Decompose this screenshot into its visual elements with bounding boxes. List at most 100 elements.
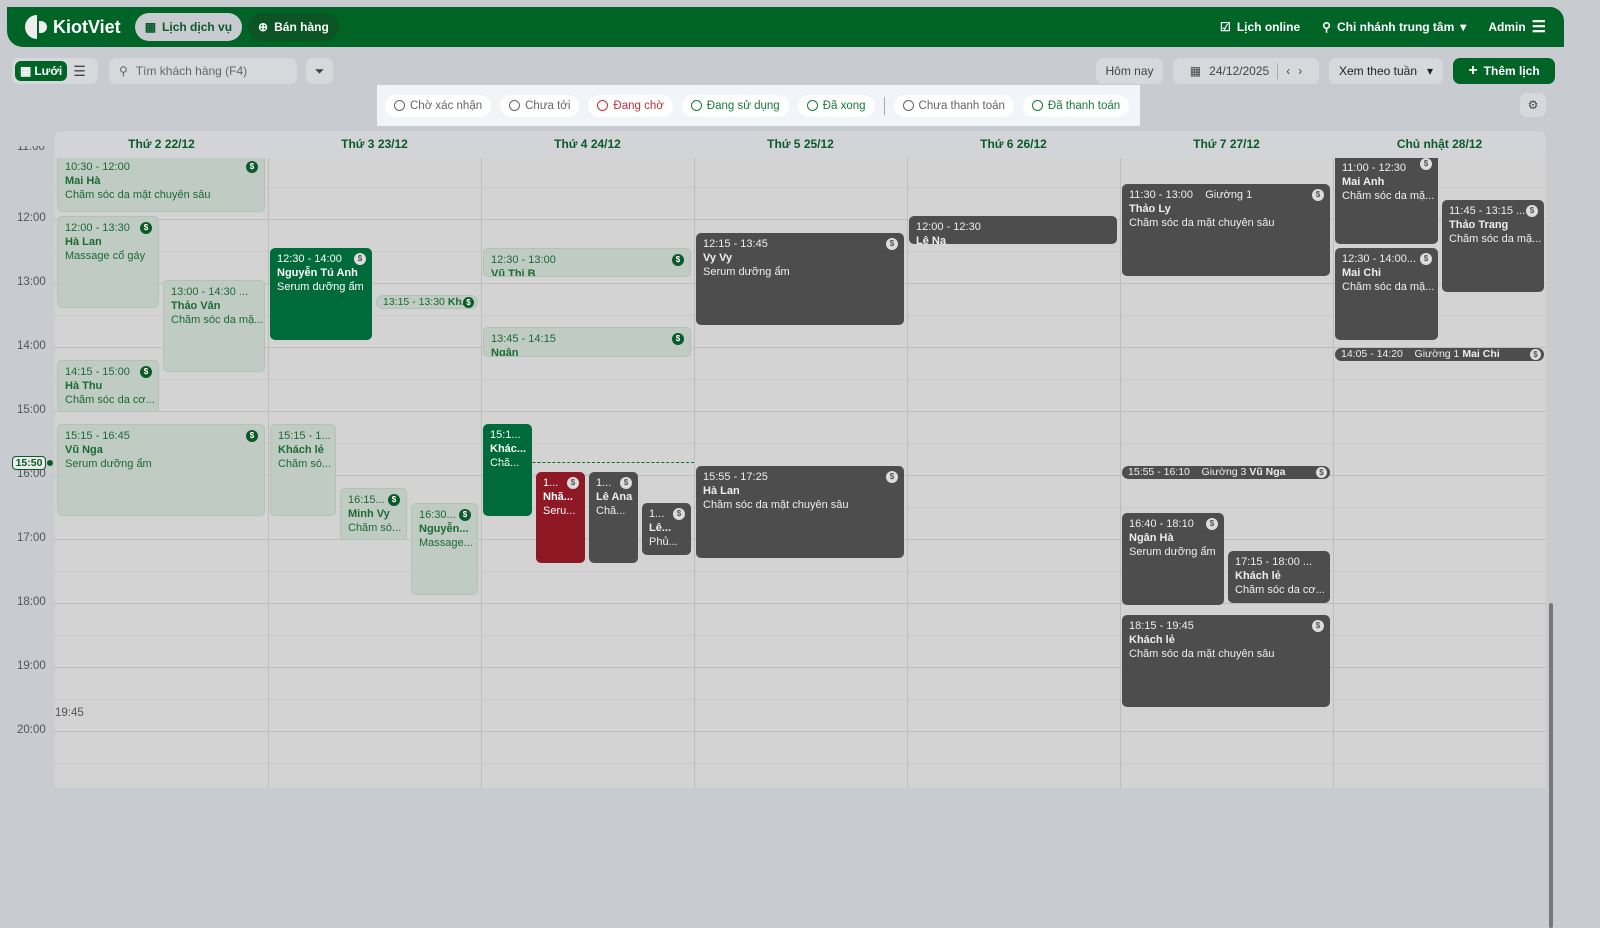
status-filter-chip[interactable]: Chưa thanh toán <box>893 94 1014 117</box>
add-booking-button[interactable]: + Thêm lịch <box>1453 58 1555 84</box>
appointment-card[interactable]: 11:30 - 13:00 Giường 1 Thảo Ly Chăm sóc da… <box>1122 184 1330 276</box>
customer-search-input[interactable]: ⚲ Tìm khách hàng (F4) <box>109 58 297 84</box>
filter-button[interactable]: ⏷ <box>306 58 333 84</box>
payment-icon: $ <box>463 297 474 308</box>
hour-line <box>55 731 1546 732</box>
appointment-card[interactable]: 15:55 - 17:25 Hà Lan Chăm sóc da mặt chuyê… <box>696 466 904 558</box>
appointment-card[interactable]: 16:40 - 18:10 Ngân Hà Serum dưỡng ẩm $ <box>1122 513 1224 605</box>
service-name: Serum dưỡng ẩm <box>703 266 790 278</box>
branch-selector[interactable]: ⚲ Chi nhánh trung tâm ▾ <box>1322 20 1466 34</box>
payment-icon: $ <box>1312 189 1324 201</box>
appointment-card[interactable]: 1... Lê Ana Chă... $ <box>589 472 638 563</box>
appointment-card[interactable]: 14:05 - 14:20 Giường 1 Mai Chi $ <box>1335 348 1544 361</box>
payment-icon: $ <box>1312 620 1324 632</box>
list-view-button[interactable]: ☰ <box>73 63 86 80</box>
user-name: Admin <box>1488 20 1526 34</box>
appointment-card[interactable]: 15:15 - 16:45 Vũ Nga Serum dưỡng ẩm $ <box>57 424 265 516</box>
appointment-card[interactable]: 15:15 - 1... Khách lẻ Chăm só... <box>270 424 336 516</box>
appointment-card[interactable]: 17:15 - 18:00 ... Khách lẻ Chăm sóc da cơ.… <box>1228 551 1330 603</box>
appointment-time: 13:00 - 14:30 ... <box>171 286 249 298</box>
service-name: Chăm sóc da mặt chuyên sâu <box>65 189 211 201</box>
grid-view-button[interactable]: ▦ Lưới <box>15 61 68 81</box>
appointment-card[interactable]: 18:15 - 19:45 Khách lẻ Chăm sóc da mặt chu… <box>1122 615 1330 707</box>
day-header[interactable]: Thứ 4 24/12 <box>481 131 694 158</box>
nav-sales[interactable]: ⊕ Bán hàng <box>248 13 339 41</box>
top-nav-bar: KiotViet ▦ Lịch dịch vụ ⊕ Bán hàng ☑ Lịch o… <box>7 7 1564 47</box>
filter-icon: ⏷ <box>314 63 325 78</box>
appointment-card[interactable]: 15:55 - 16:10 Giường 3 Vũ Nga $ <box>1122 466 1330 479</box>
appointment-time: 11:30 - 13:00 Giường 1 <box>1129 189 1253 201</box>
nav-label: Bán hàng <box>274 20 329 34</box>
appointment-card[interactable]: 16:30... Nguyễn... Massage... $ <box>411 503 478 595</box>
appointment-card[interactable]: 1... Lê... Phủ... $ <box>642 503 691 555</box>
date-picker[interactable]: ▦ 24/12/2025 ‹ › <box>1173 58 1319 84</box>
appointment-time: 12:30 - 14:00 <box>277 253 342 265</box>
appointment-card[interactable]: 14:15 - 15:00 Hà Thu Chăm sóc da cơ... $ <box>57 360 159 412</box>
online-schedule-link[interactable]: ☑ Lịch online <box>1220 20 1300 34</box>
radio-icon <box>394 100 405 111</box>
current-time-line <box>483 462 694 463</box>
prev-week-button[interactable]: ‹ <box>1286 64 1290 78</box>
appointment-card[interactable]: 13:15 - 13:30 Kh... $ <box>376 295 478 309</box>
appointment-card[interactable]: 12:00 - 13:30 Hà Lan Massage cổ gáy $ <box>57 216 159 308</box>
day-header[interactable]: Thứ 5 25/12 <box>694 131 907 158</box>
settings-button[interactable]: ⚙ <box>1520 93 1546 117</box>
radio-icon <box>806 100 818 111</box>
payment-icon: $ <box>1420 158 1432 170</box>
next-week-button[interactable]: › <box>1298 64 1302 78</box>
appointment-card[interactable]: 12:15 - 13:45 Vy Vy Serum dưỡng ẩm $ <box>696 233 904 325</box>
status-filter-chip[interactable]: Đang chờ <box>588 94 673 117</box>
hour-label: 12:00 <box>17 212 46 224</box>
status-filter-chip[interactable]: Đang sử dụng <box>681 94 789 117</box>
appointment-card[interactable]: 12:30 - 13:00 Vũ Thị B $ <box>483 248 691 277</box>
chevron-down-icon: ▾ <box>1460 20 1467 34</box>
appointment-card[interactable]: 15:1... Khác... Chă... <box>483 424 532 516</box>
appointment-card[interactable]: 13:45 - 14:15 Ngân $ <box>483 327 691 357</box>
view-range-select[interactable]: Xem theo tuần ▾ <box>1329 58 1443 84</box>
appointment-card[interactable]: 10:30 - 12:00 Mai Hà Chăm sóc da mặt chuyê… <box>57 158 265 212</box>
view-mode-toggle: ▦ Lưới ☰ <box>12 58 98 84</box>
day-header[interactable]: Thứ 7 27/12 <box>1120 131 1333 158</box>
customer-name: Khách lẻ <box>278 444 324 456</box>
payment-icon: $ <box>620 477 632 489</box>
customer-name: Mai Chi <box>1342 267 1382 279</box>
payment-icon: $ <box>1206 518 1218 530</box>
day-header[interactable]: Chủ nhật 28/12 <box>1333 131 1546 158</box>
appointment-card[interactable]: 13:00 - 14:30 ... Thảo Vân Chăm sóc da mặ.… <box>163 280 265 372</box>
status-filter-chip[interactable]: Đã xong <box>797 94 875 117</box>
calendar-icon: ▦ <box>1189 64 1202 78</box>
payment-icon: $ <box>673 508 685 520</box>
appointment-card[interactable]: 11:00 - 12:30 Mai Anh Chăm sóc da mặ... $ <box>1335 158 1438 244</box>
day-header[interactable]: Thứ 6 26/12 <box>907 131 1120 158</box>
kiotviet-logo[interactable]: KiotViet <box>25 15 121 39</box>
status-filter-chip[interactable]: Đã thanh toán <box>1022 94 1130 117</box>
status-filter-chip[interactable]: Chưa tới <box>500 94 580 117</box>
status-filter-bar: Chờ xác nhận Chưa tới Đang chờ Đang sử dụng… <box>377 85 1140 126</box>
branch-label: Chi nhánh trung tâm <box>1336 20 1455 34</box>
appointment-card[interactable]: 16:15... Minh Vy Chăm só... $ <box>340 488 407 540</box>
appointment-card[interactable]: 11:45 - 13:15 ... Thảo Trang Chăm sóc da m… <box>1442 200 1544 292</box>
day-divider <box>694 158 695 788</box>
current-time-badge: 15:50 <box>12 456 46 470</box>
calendar-scrollbar[interactable] <box>1546 158 1556 928</box>
customer-name: Hà Lan <box>65 236 102 248</box>
nav-service-schedule[interactable]: ▦ Lịch dịch vụ <box>134 13 243 41</box>
appointment-card[interactable]: 1... Nhã... Seru... $ <box>536 472 585 563</box>
today-button[interactable]: Hôm nay <box>1096 58 1163 84</box>
scrollbar-thumb[interactable] <box>1549 603 1553 928</box>
filter-label: Chờ xác nhận <box>410 99 483 112</box>
radio-icon <box>1031 100 1043 111</box>
day-divider <box>907 158 908 788</box>
day-header[interactable]: Thứ 3 23/12 <box>268 131 481 158</box>
service-name: Chăm sóc da mặ... <box>1449 233 1542 245</box>
user-menu[interactable]: Admin ☰ <box>1488 17 1546 37</box>
hour-label: 20:00 <box>17 724 46 736</box>
appointment-card[interactable]: 12:30 - 14:00... Mai Chi Chăm sóc da mặ...… <box>1335 248 1438 340</box>
status-filter-chip[interactable]: Chờ xác nhận <box>385 94 492 117</box>
customer-name: Mai Hà <box>65 175 101 187</box>
calendar-grid[interactable]: 10:30 - 12:00 Mai Hà Chăm sóc da mặt chuyê… <box>55 158 1546 788</box>
appointment-card[interactable]: 12:00 - 12:30 Lê Na <box>909 216 1117 244</box>
filter-label: Đã xong <box>822 99 866 112</box>
appointment-card[interactable]: 12:30 - 14:00 Nguyễn Tú Anh Serum dưỡng ẩm… <box>270 248 372 340</box>
day-header[interactable]: Thứ 2 22/12 <box>55 131 268 158</box>
